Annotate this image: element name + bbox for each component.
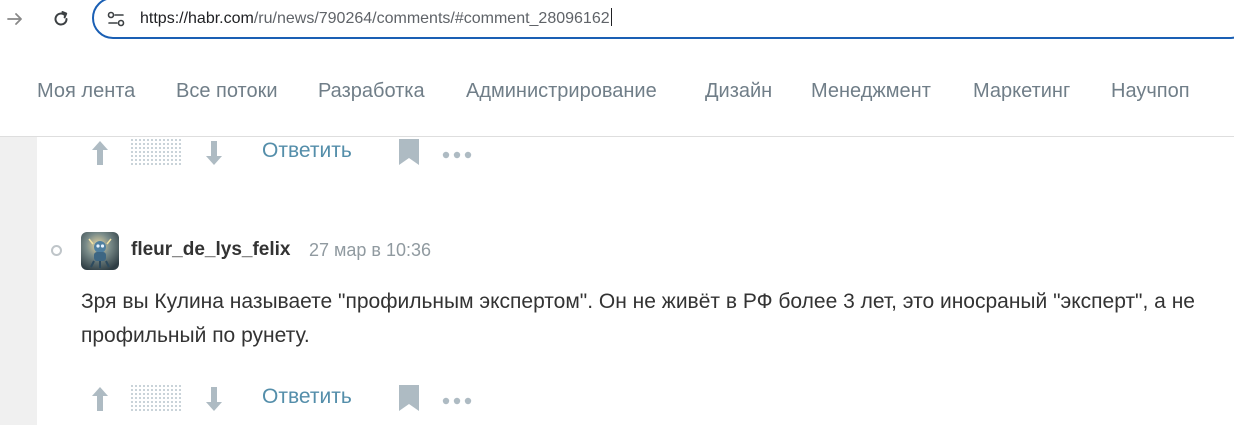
address-bar[interactable]: https://habr.com/ru/news/790264/comments…: [92, 0, 1234, 39]
nav-item-my-feed[interactable]: Моя лента: [37, 80, 135, 103]
more-icon[interactable]: [442, 147, 472, 165]
habr-flows-nav: Моя лента Все потоки Разработка Админист…: [0, 48, 1234, 137]
url-text[interactable]: https://habr.com/ru/news/790264/comments…: [140, 8, 612, 28]
comment-footer: Ответить: [84, 383, 584, 413]
vote-down-icon[interactable]: [204, 139, 224, 172]
comment-header: fleur_de_lys_felix 27 мар в 10:36: [48, 231, 948, 271]
nav-item-design[interactable]: Дизайн: [705, 80, 772, 103]
bookmark-icon[interactable]: [399, 385, 419, 416]
thread-rail: [0, 137, 37, 425]
nav-item-popsci[interactable]: Научпоп: [1111, 80, 1190, 103]
comment-time[interactable]: 27 мар в 10:36: [309, 240, 431, 261]
prev-comment-footer: Ответить: [84, 137, 584, 167]
comment-username[interactable]: fleur_de_lys_felix: [131, 239, 290, 261]
comment-text: Зря вы Кулина называете "профильным эксп…: [81, 290, 1195, 347]
url-host: https://habr.com: [140, 10, 254, 27]
comments-section: Ответить fleur_de_lys_felix 27 мар в 10:…: [0, 137, 1234, 425]
forward-icon[interactable]: [2, 6, 28, 32]
vote-up-icon[interactable]: [90, 139, 110, 172]
more-icon[interactable]: [442, 393, 472, 411]
browser-toolbar: https://habr.com/ru/news/790264/comments…: [0, 0, 1234, 40]
text-caret: [610, 8, 612, 26]
score-hidden: [131, 139, 181, 165]
vote-up-icon[interactable]: [90, 385, 110, 418]
nav-item-admin[interactable]: Администрирование: [466, 80, 657, 103]
nav-item-management[interactable]: Менеджмент: [811, 80, 931, 103]
bookmark-icon[interactable]: [399, 139, 419, 170]
vote-down-icon[interactable]: [204, 385, 224, 418]
score-hidden: [131, 385, 181, 411]
reply-link[interactable]: Ответить: [262, 139, 352, 163]
url-path: /ru/news/790264/comments/#comment_280961…: [253, 10, 610, 27]
nav-item-marketing[interactable]: Маркетинг: [973, 80, 1070, 103]
reload-icon[interactable]: [48, 6, 74, 32]
nav-item-develop[interactable]: Разработка: [318, 80, 425, 103]
site-settings-icon[interactable]: [106, 9, 126, 29]
reply-link[interactable]: Ответить: [262, 385, 352, 409]
nav-item-all-flows[interactable]: Все потоки: [176, 80, 278, 103]
avatar[interactable]: [81, 232, 119, 270]
thread-dot-icon[interactable]: [51, 245, 62, 256]
